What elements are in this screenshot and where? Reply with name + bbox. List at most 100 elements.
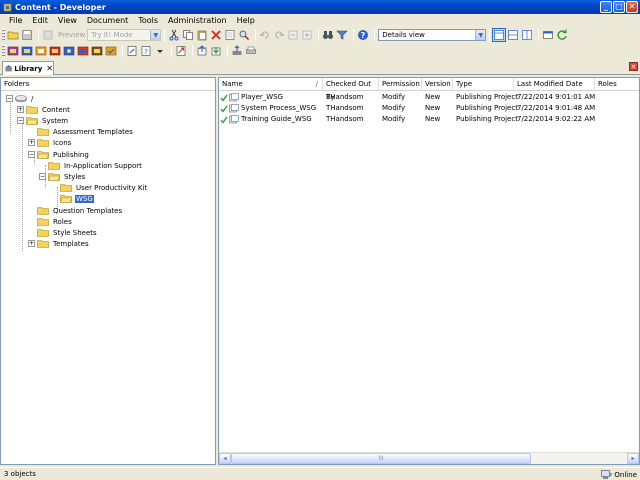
scrollbar-thumb[interactable]: III	[231, 453, 531, 464]
tree-item-question-templates[interactable]: Question Templates	[28, 205, 123, 216]
collapse-toggle[interactable]: −	[17, 117, 24, 124]
tree-item-publishing[interactable]: − Publishing	[28, 149, 90, 160]
undo-icon[interactable]	[259, 29, 271, 41]
properties-icon[interactable]	[224, 29, 236, 41]
table-row[interactable]: System Process_WSG THandsom Modify New P…	[219, 103, 639, 114]
edit-document-icon[interactable]	[126, 45, 138, 57]
copy-icon[interactable]	[182, 29, 194, 41]
help-icon[interactable]: ?	[357, 29, 369, 41]
tree-item-root[interactable]: − /	[6, 93, 34, 104]
refresh-icon[interactable]	[556, 29, 568, 41]
print-icon[interactable]	[245, 45, 257, 57]
menu-file[interactable]: File	[4, 14, 27, 27]
cut-icon[interactable]	[168, 29, 180, 41]
preview-icon[interactable]	[42, 29, 54, 41]
collapse-icon[interactable]	[287, 29, 299, 41]
column-header-checked-out-by[interactable]: Checked Out By	[323, 78, 379, 101]
close-icon[interactable]: ✕	[629, 62, 638, 71]
menu-administration[interactable]: Administration	[163, 14, 232, 27]
filter-icon[interactable]	[336, 29, 348, 41]
tree-item-templates[interactable]: + Templates	[28, 238, 90, 249]
check-out-icon[interactable]	[210, 45, 222, 57]
split-horizontal-icon[interactable]	[507, 29, 519, 41]
toolbar-separator	[318, 29, 320, 41]
dropdown-arrow-icon[interactable]	[154, 45, 166, 57]
menu-tools[interactable]: Tools	[133, 14, 163, 27]
tree-item-roles[interactable]: Roles	[28, 216, 73, 227]
toolbar-grip[interactable]	[2, 45, 5, 57]
scroll-left-button[interactable]: ◂	[219, 453, 231, 464]
view-select[interactable]: Details view ▼	[378, 29, 487, 41]
tree-line	[22, 121, 23, 251]
menu-view[interactable]: View	[53, 14, 82, 27]
tree-item-assessment-templates[interactable]: Assessment Templates	[28, 126, 134, 137]
checked-out-by-cell: THandsom	[326, 115, 364, 123]
maximize-button[interactable]: □	[613, 1, 625, 13]
chevron-down-icon[interactable]: ▼	[150, 30, 161, 40]
publish-icon[interactable]	[231, 45, 243, 57]
collapse-toggle[interactable]: −	[28, 151, 35, 158]
expand-icon[interactable]	[301, 29, 313, 41]
scroll-right-button[interactable]: ▸	[627, 453, 639, 464]
question-document-icon[interactable]: ?	[140, 45, 152, 57]
expand-toggle[interactable]: +	[28, 139, 35, 146]
column-header-name[interactable]: Name /	[219, 78, 323, 91]
tree-item-wsg[interactable]: WSG	[51, 193, 94, 204]
new-module-icon[interactable]	[7, 45, 19, 57]
menu-edit[interactable]: Edit	[27, 14, 53, 27]
tree-item-system[interactable]: − System	[17, 115, 69, 126]
paste-icon[interactable]	[196, 29, 208, 41]
delete-icon[interactable]	[210, 29, 222, 41]
expand-toggle[interactable]: +	[28, 240, 35, 247]
expand-toggle[interactable]: +	[17, 106, 24, 113]
window-icon[interactable]	[542, 29, 554, 41]
column-header-permission[interactable]: Permission	[379, 78, 422, 91]
column-header-version[interactable]: Version	[422, 78, 453, 91]
tree-item-icons[interactable]: + Icons	[28, 137, 72, 148]
redo-icon[interactable]	[273, 29, 285, 41]
link-document-icon[interactable]	[175, 45, 187, 57]
save-icon[interactable]	[21, 29, 33, 41]
window-title: Content - Developer	[15, 2, 106, 12]
chevron-down-icon[interactable]: ▼	[475, 30, 486, 40]
preview-button[interactable]: Preview	[56, 29, 87, 41]
tree-item-in-application-support[interactable]: In-Application Support	[39, 160, 143, 171]
table-row[interactable]: Training Guide_WSG THandsom Modify New P…	[219, 114, 639, 125]
binoculars-icon[interactable]	[322, 29, 334, 41]
split-vertical-icon[interactable]	[521, 29, 533, 41]
tree-item-user-productivity-kit[interactable]: User Productivity Kit	[51, 182, 148, 193]
tree-item-content[interactable]: + Content	[17, 104, 71, 115]
mode-select[interactable]: Try It! Mode ▼	[87, 29, 162, 41]
table-row[interactable]: Player_WSG THandsom Modify New Publishin…	[219, 92, 639, 103]
tree-item-styles[interactable]: − Styles	[39, 171, 86, 182]
details-layout-icon[interactable]	[492, 28, 507, 42]
new-web-page-icon[interactable]	[49, 45, 61, 57]
new-topic-icon[interactable]	[35, 45, 47, 57]
horizontal-scrollbar[interactable]: ◂ III ▸	[219, 452, 639, 464]
new-glossary-icon[interactable]	[77, 45, 89, 57]
tree-item-style-sheets[interactable]: Style Sheets	[28, 227, 98, 238]
collapse-toggle[interactable]: −	[39, 173, 46, 180]
new-package-icon[interactable]	[63, 45, 75, 57]
menu-document[interactable]: Document	[82, 14, 133, 27]
column-header-last-modified-date[interactable]: Last Modified Date	[514, 78, 595, 91]
close-button[interactable]: ✕	[626, 1, 638, 13]
connection-status: Online	[601, 468, 637, 480]
column-header-type[interactable]: Type	[453, 78, 514, 91]
new-role-icon[interactable]	[91, 45, 103, 57]
tree-item-label: /	[31, 94, 34, 103]
new-section-icon[interactable]	[21, 45, 33, 57]
menu-help[interactable]: Help	[232, 14, 260, 27]
toolbar-separator	[122, 45, 123, 57]
close-icon[interactable]: ✕	[46, 64, 53, 73]
column-header-roles[interactable]: Roles	[595, 78, 639, 91]
connection-label: Online	[614, 470, 637, 479]
collapse-toggle[interactable]: −	[6, 95, 13, 102]
new-assessment-icon[interactable]	[105, 45, 117, 57]
toolbar-grip[interactable]	[2, 29, 5, 41]
open-folder-icon[interactable]	[7, 29, 19, 41]
tab-library[interactable]: Library ✕	[2, 61, 54, 75]
check-in-icon[interactable]	[196, 45, 208, 57]
find-icon[interactable]	[238, 29, 250, 41]
minimize-button[interactable]: _	[600, 1, 612, 13]
